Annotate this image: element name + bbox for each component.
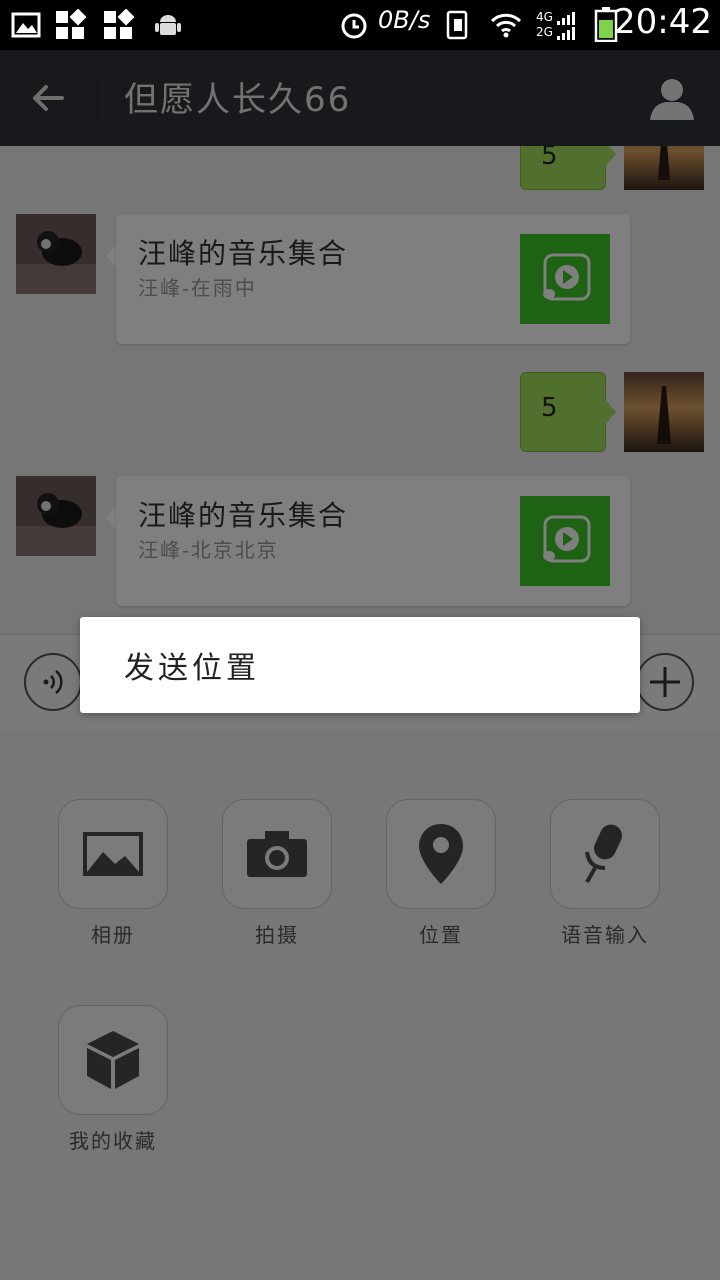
network-2g: 2G (536, 25, 553, 39)
send-location-option[interactable]: 发送位置 (124, 643, 260, 687)
clock: 20:42 (614, 2, 712, 42)
sim-icon (446, 10, 468, 40)
status-bar: 0B/s 4G 2G 20:42 (0, 0, 720, 50)
network-4g: 4G (536, 10, 553, 24)
apps-grid-icon (56, 9, 86, 39)
android-icon (155, 15, 181, 35)
signal-icon (557, 12, 575, 40)
wifi-icon (490, 13, 522, 38)
gallery-icon (11, 12, 41, 38)
alarm-icon (341, 13, 367, 39)
apps-grid-alt-icon (104, 9, 134, 39)
popup-menu: 发送位置 (80, 617, 640, 713)
net-speed: 0B/s (378, 6, 431, 34)
